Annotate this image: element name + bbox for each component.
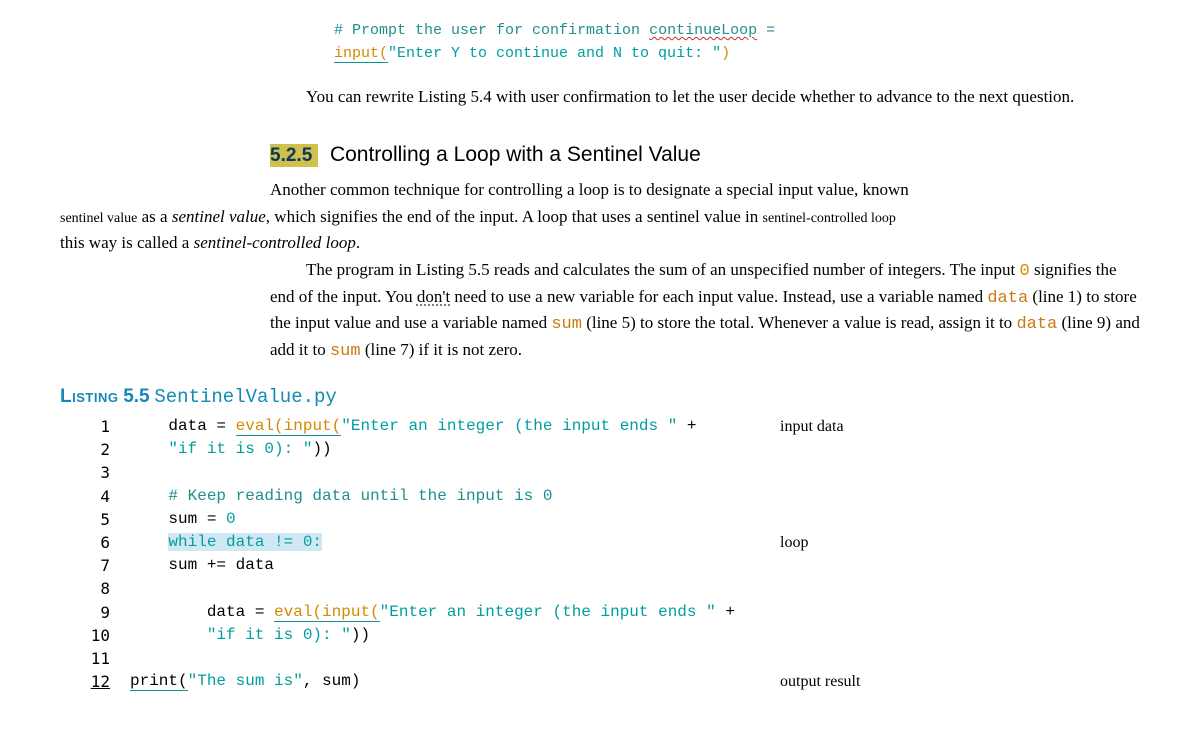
- code-row-2: 2 "if it is 0): ")): [60, 438, 1140, 461]
- code-row-10: 10 "if it is 0): ")): [60, 624, 1140, 647]
- listing-filename: SentinelValue.py: [154, 386, 336, 408]
- body-line-2: sentinel value as a sentinel value, whic…: [60, 205, 1140, 230]
- inline-code-data: data: [987, 289, 1028, 308]
- code-func-input: input(: [334, 45, 388, 63]
- code-row-7: 7 sum += data: [60, 554, 1140, 577]
- code-row-11: 11: [60, 647, 1140, 670]
- code-equals: =: [757, 22, 775, 39]
- code-comment: # Prompt the user for confirmation: [334, 22, 649, 39]
- code-row-3: 3: [60, 461, 1140, 484]
- body-line-1: Another common technique for controlling…: [270, 178, 1140, 203]
- code-row-4: 4 # Keep reading data until the input is…: [60, 485, 1140, 508]
- listing-word: Listing: [60, 386, 118, 407]
- rewrite-text: You can rewrite Listing 5.4 with user co…: [270, 85, 1140, 110]
- code-row-6: 6 while data != 0: loop: [60, 531, 1140, 554]
- annotation-loop: loop: [770, 531, 1140, 554]
- annotation-output-result: output result: [770, 670, 1140, 693]
- rewrite-paragraph: You can rewrite Listing 5.4 with user co…: [60, 85, 1140, 110]
- code-line: # Prompt the user for confirmation conti…: [334, 20, 1140, 43]
- margin-note-sc-loop: sentinel-controlled loop: [763, 211, 896, 226]
- code-row-9: 9 data = eval(input("Enter an integer (t…: [60, 601, 1140, 624]
- margin-note-sentinel-value: sentinel value: [60, 211, 137, 226]
- page: # Prompt the user for confirmation conti…: [0, 0, 1200, 753]
- code-row-1: 1 data = eval(input("Enter an integer (t…: [60, 415, 1140, 438]
- inline-code-sum: sum: [551, 315, 582, 334]
- body-line-3: this way is called a sentinel-controlled…: [60, 231, 1140, 256]
- section-heading: 5.2.5 Controlling a Loop with a Sentinel…: [270, 140, 1140, 170]
- body-text: Another common technique for controlling…: [60, 178, 1140, 364]
- italic-sc-loop: sentinel-controlled loop: [194, 233, 356, 252]
- inline-code-sum2: sum: [330, 342, 361, 361]
- section-title: Controlling a Loop with a Sentinel Value: [330, 143, 701, 166]
- code-squiggle-var: continueLoop: [649, 22, 757, 39]
- inline-zero: 0: [1020, 262, 1030, 281]
- code-string: "Enter Y to continue and N to quit: ": [388, 45, 721, 62]
- wavy-dont: don't: [417, 287, 450, 306]
- code-row-12: 12 print("The sum is", sum) output resul…: [60, 670, 1140, 693]
- inline-code-data2: data: [1016, 315, 1057, 334]
- code-paren: ): [721, 45, 730, 62]
- italic-sentinel-value: sentinel value: [172, 207, 266, 226]
- listing-number: 5.5: [123, 386, 149, 407]
- body-paragraph-2-full: The program in Listing 5.5 reads and cal…: [270, 258, 1140, 365]
- code-listing: 1 data = eval(input("Enter an integer (t…: [60, 415, 1140, 693]
- section-number: 5.2.5: [270, 144, 318, 167]
- code-row-8: 8: [60, 577, 1140, 600]
- code-line: input("Enter Y to continue and N to quit…: [334, 43, 1140, 66]
- top-code-snippet: # Prompt the user for confirmation conti…: [334, 20, 1140, 65]
- code-row-5: 5 sum = 0: [60, 508, 1140, 531]
- annotation-input-data: input data: [770, 415, 1140, 438]
- listing-header: Listing 5.5 SentinelValue.py: [60, 383, 1140, 412]
